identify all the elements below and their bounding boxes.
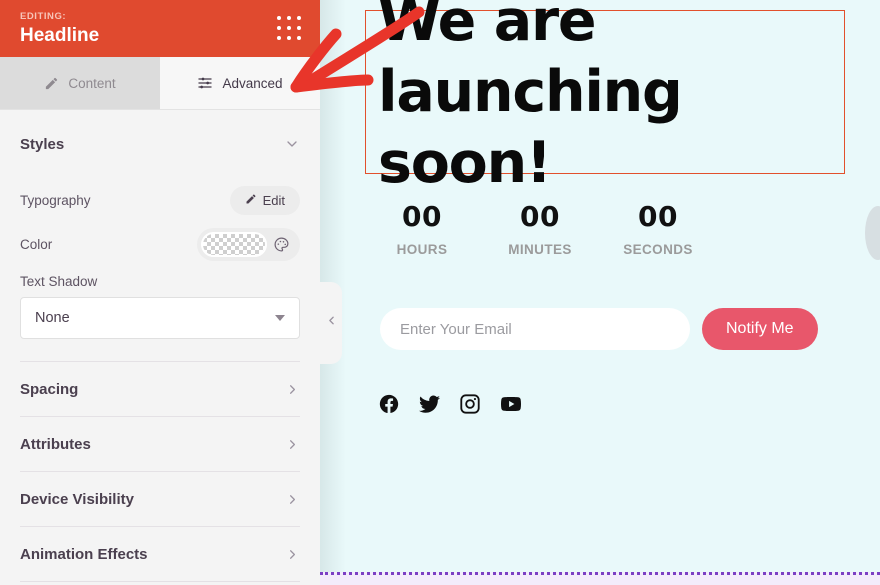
panel-tabs: Content Advanced (0, 57, 320, 110)
panel-header: EDITING: Headline (0, 0, 320, 57)
accordion-device-visibility-label: Device Visibility (20, 490, 134, 508)
section-styles[interactable]: Styles (20, 110, 300, 178)
section-styles-label: Styles (20, 135, 65, 153)
chevron-left-icon (325, 314, 338, 332)
countdown-seconds-value: 00 (638, 200, 678, 233)
typography-edit-button[interactable]: Edit (229, 185, 300, 215)
notify-me-button[interactable]: Notify Me (702, 308, 818, 350)
field-color: Color (20, 222, 300, 266)
accordion-attributes[interactable]: Attributes (20, 417, 300, 472)
countdown-minutes-label: MINUTES (508, 242, 572, 257)
social-links (378, 392, 523, 416)
chevron-right-icon (285, 382, 300, 397)
palette-icon[interactable] (271, 236, 292, 253)
preview-canvas: We are launching soon! 00 HOURS 00 MINUT… (320, 0, 880, 585)
caret-down-icon (275, 315, 285, 321)
signup-form: Notify Me (380, 308, 818, 350)
color-swatch[interactable] (201, 231, 267, 257)
editing-label: EDITING: (20, 11, 67, 22)
countdown-unit-hours: 00 HOURS (378, 200, 466, 257)
email-input[interactable] (380, 308, 690, 350)
tab-advanced[interactable]: Advanced (160, 57, 320, 109)
grid-dots-icon[interactable] (276, 15, 302, 41)
typography-label: Typography (20, 192, 91, 208)
color-control[interactable] (197, 227, 300, 261)
editing-title: Headline (20, 25, 100, 46)
panel-body: Styles Typography Edit Color Text Shadow… (0, 110, 320, 585)
pencil-icon (245, 193, 257, 208)
accordion-spacing-label: Spacing (20, 380, 79, 398)
facebook-icon[interactable] (378, 393, 400, 415)
countdown-hours-label: HOURS (396, 242, 448, 257)
twitter-icon[interactable] (418, 393, 441, 416)
pencil-icon (44, 76, 59, 91)
chevron-right-icon (285, 547, 300, 562)
chevron-down-icon (284, 136, 300, 152)
countdown-hours-value: 00 (402, 200, 442, 233)
tab-content-label: Content (68, 75, 116, 91)
sliders-icon (197, 75, 213, 91)
accordion-animation-effects-label: Animation Effects (20, 545, 148, 563)
headline-text: We are launching soon! (378, 0, 844, 199)
page-builder-editor: EDITING: Headline Content Advanced Style… (0, 0, 880, 585)
chevron-right-icon (285, 437, 300, 452)
countdown-seconds-label: SECONDS (623, 242, 693, 257)
accordion-animation-effects[interactable]: Animation Effects (20, 527, 300, 582)
typography-edit-label: Edit (262, 192, 285, 208)
instagram-icon[interactable] (459, 393, 481, 415)
countdown-unit-seconds: 00 SECONDS (614, 200, 702, 257)
accordion-spacing[interactable]: Spacing (20, 362, 300, 417)
countdown-widget: 00 HOURS 00 MINUTES 00 SECONDS (378, 200, 702, 257)
accordion-device-visibility[interactable]: Device Visibility (20, 472, 300, 527)
accordion-attributes-label: Attributes (20, 435, 91, 453)
headline-line-1: We are (378, 0, 597, 54)
tab-advanced-label: Advanced (222, 75, 283, 91)
countdown-minutes-value: 00 (520, 200, 560, 233)
tab-content[interactable]: Content (0, 57, 160, 109)
youtube-icon[interactable] (499, 392, 523, 416)
headline-widget[interactable]: We are launching soon! (365, 0, 845, 196)
countdown-unit-minutes: 00 MINUTES (496, 200, 584, 257)
headline-line-2: launching soon! (378, 58, 683, 196)
section-bottom-boundary (320, 572, 880, 585)
panel-collapse-handle[interactable] (320, 282, 342, 364)
field-typography: Typography Edit (20, 178, 300, 222)
text-shadow-value: None (35, 310, 70, 326)
settings-sidebar: EDITING: Headline Content Advanced Style… (0, 0, 320, 585)
color-label: Color (20, 236, 53, 252)
text-shadow-select[interactable]: None (20, 297, 300, 339)
chevron-right-icon (285, 492, 300, 507)
text-shadow-label: Text Shadow (20, 274, 98, 289)
